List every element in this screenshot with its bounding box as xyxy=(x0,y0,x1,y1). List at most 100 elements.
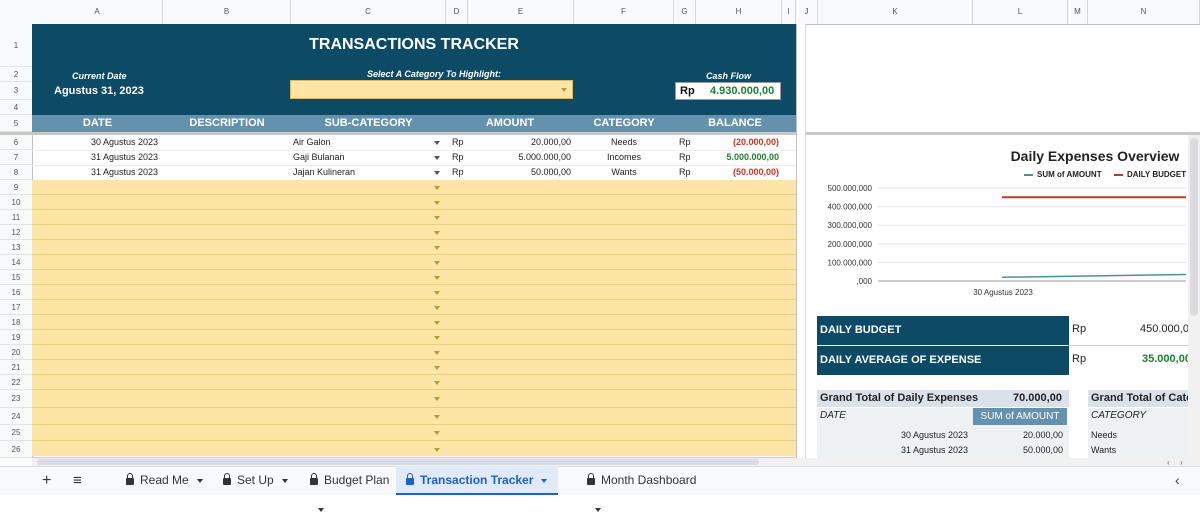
chevron-down-icon[interactable] xyxy=(434,261,440,265)
row-header[interactable]: 16 xyxy=(0,285,32,300)
chevron-down-icon[interactable] xyxy=(595,508,601,512)
cell-date[interactable]: 30 Agustus 2023 xyxy=(91,135,158,150)
chevron-down-icon[interactable] xyxy=(434,201,440,205)
row-header[interactable]: 4 xyxy=(0,100,32,115)
chevron-down-icon[interactable] xyxy=(434,381,440,385)
chevron-down-icon[interactable] xyxy=(434,306,440,310)
header-description: DESCRIPTION xyxy=(189,117,265,129)
chevron-down-icon[interactable] xyxy=(434,291,440,295)
column-header[interactable]: M xyxy=(1068,0,1088,24)
vertical-scroll-thumb[interactable] xyxy=(1190,138,1198,316)
cell-balance[interactable]: (50.000,00) xyxy=(700,165,779,180)
cell-balance[interactable]: 5.000.000,00 xyxy=(700,150,779,165)
row-header[interactable]: 3 xyxy=(0,82,32,100)
row-header[interactable]: 24 xyxy=(0,408,32,425)
row-header[interactable]: 19 xyxy=(0,330,32,345)
cell-category[interactable]: Needs xyxy=(574,135,674,150)
cell-amount[interactable]: 20.000,00 xyxy=(470,135,571,150)
row-header[interactable]: 20 xyxy=(0,345,32,360)
cell-category[interactable]: Incomes xyxy=(574,150,674,165)
chevron-down-icon[interactable] xyxy=(434,186,440,190)
chevron-down-icon[interactable] xyxy=(434,366,440,370)
chevron-down-icon[interactable] xyxy=(434,216,440,220)
cell-amount[interactable]: 50.000,00 xyxy=(470,165,571,180)
chevron-down-icon[interactable] xyxy=(434,431,440,435)
column-header[interactable]: L xyxy=(973,0,1068,24)
row-header[interactable]: 14 xyxy=(0,255,32,270)
horizontal-scroll-thumb[interactable] xyxy=(37,459,759,465)
tab-month-dashboard[interactable]: Month Dashboard xyxy=(577,466,707,512)
tab-read-me[interactable]: Read Me xyxy=(116,466,204,495)
tab-budget-plan[interactable]: Budget Plan xyxy=(300,466,400,512)
row-header[interactable]: 17 xyxy=(0,300,32,315)
row-header[interactable]: 7 xyxy=(0,150,32,165)
cell-sub-category[interactable]: Air Galon xyxy=(293,135,331,150)
row-header[interactable]: 26 xyxy=(0,441,32,458)
empty-input-area[interactable] xyxy=(32,180,796,456)
row-divider xyxy=(32,329,796,330)
column-header[interactable]: B xyxy=(163,0,291,24)
tab-set-up[interactable]: Set Up xyxy=(213,466,291,495)
column-header-strip: ABCDEFGHIJKLMN xyxy=(0,0,1200,25)
column-header[interactable]: G xyxy=(674,0,696,24)
row-header[interactable]: 21 xyxy=(0,360,32,375)
daily-budget-label-box: DAILY BUDGET xyxy=(817,316,1069,345)
chevron-down-icon[interactable] xyxy=(434,351,440,355)
column-header[interactable]: A xyxy=(32,0,163,24)
chevron-down-icon[interactable] xyxy=(434,448,440,452)
row-header[interactable]: 11 xyxy=(0,210,32,225)
row-header[interactable]: 6 xyxy=(0,135,32,150)
tab-transaction-tracker[interactable]: Transaction Tracker xyxy=(396,466,558,495)
row-header[interactable]: 5 xyxy=(0,115,32,132)
column-header[interactable]: I xyxy=(782,0,796,24)
chevron-down-icon[interactable] xyxy=(434,231,440,235)
chevron-down-icon[interactable] xyxy=(434,141,440,145)
cash-flow-value: 4.930.000,00 xyxy=(710,85,775,97)
cash-flow-label: Cash Flow xyxy=(706,71,752,81)
cell-balance-currency: Rp xyxy=(679,167,691,177)
add-sheet-icon[interactable]: + xyxy=(42,466,51,495)
cell-date[interactable]: 31 Agustus 2023 xyxy=(91,165,158,180)
cell-date[interactable]: 31 Agustus 2023 xyxy=(91,150,158,165)
row-header[interactable]: 8 xyxy=(0,165,32,180)
column-header[interactable]: J xyxy=(796,0,818,24)
column-header[interactable]: K xyxy=(818,0,973,24)
chevron-down-icon[interactable] xyxy=(434,321,440,325)
chevron-down-icon[interactable] xyxy=(434,397,440,401)
column-header[interactable]: E xyxy=(468,0,574,24)
row-header[interactable]: 15 xyxy=(0,270,32,285)
tab-scroll-left-icon[interactable]: ‹ xyxy=(1175,466,1180,495)
cell-sub-category[interactable]: Gaji Bulanan xyxy=(293,150,345,165)
cell-amount[interactable]: 5.000.000,00 xyxy=(470,150,571,165)
row-header[interactable]: 12 xyxy=(0,225,32,240)
column-header[interactable]: C xyxy=(291,0,446,24)
row-header[interactable]: 18 xyxy=(0,315,32,330)
row-header[interactable]: 10 xyxy=(0,195,32,210)
column-header[interactable]: D xyxy=(446,0,468,24)
chevron-down-icon[interactable] xyxy=(318,508,324,512)
row-header[interactable]: 9 xyxy=(0,180,32,195)
row-header[interactable]: 23 xyxy=(0,390,32,408)
chevron-down-icon[interactable] xyxy=(196,479,203,483)
row-header[interactable]: 25 xyxy=(0,425,32,441)
chevron-down-icon[interactable] xyxy=(434,246,440,250)
chevron-down-icon[interactable] xyxy=(541,479,548,483)
chevron-down-icon[interactable] xyxy=(434,156,440,160)
column-header[interactable]: H xyxy=(696,0,782,24)
row-header[interactable]: 22 xyxy=(0,375,32,390)
chevron-down-icon[interactable] xyxy=(281,479,288,483)
row-header[interactable]: 2 xyxy=(0,67,32,82)
row-header[interactable]: 1 xyxy=(0,24,32,67)
category-highlight-dropdown[interactable] xyxy=(290,80,573,99)
column-header[interactable]: F xyxy=(574,0,674,24)
cell-category[interactable]: Wants xyxy=(574,165,674,180)
cell-sub-category[interactable]: Jajan Kulineran xyxy=(293,165,355,180)
chevron-down-icon[interactable] xyxy=(434,336,440,340)
all-sheets-menu-icon[interactable]: ≡ xyxy=(73,466,82,495)
row-header[interactable]: 13 xyxy=(0,240,32,255)
chevron-down-icon[interactable] xyxy=(434,171,440,175)
cell-balance[interactable]: (20.000,00) xyxy=(700,135,779,150)
chevron-down-icon[interactable] xyxy=(434,276,440,280)
chevron-down-icon[interactable] xyxy=(434,415,440,419)
column-header[interactable]: N xyxy=(1088,0,1200,24)
